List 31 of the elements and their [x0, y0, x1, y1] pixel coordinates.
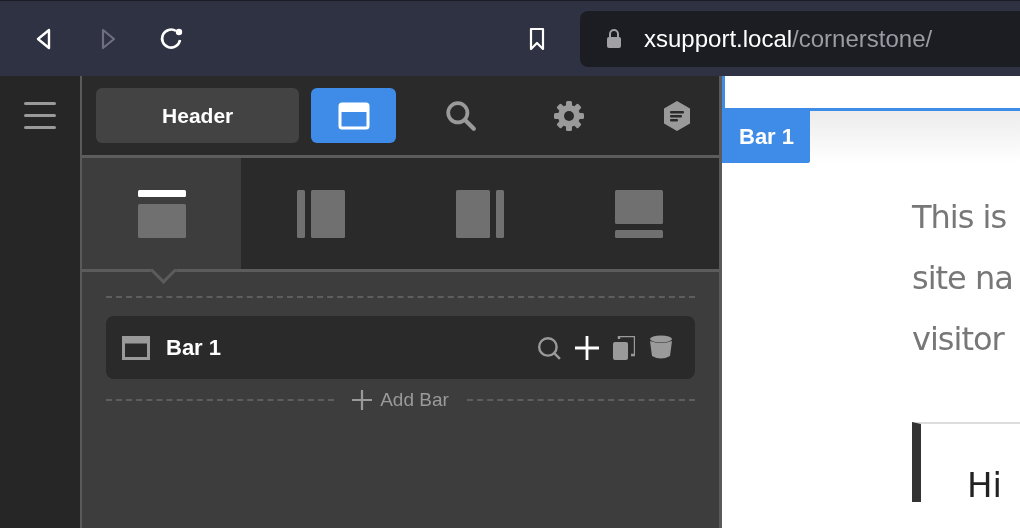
plus-icon: [352, 390, 373, 410]
search-icon[interactable]: [537, 335, 561, 360]
body-text-line: site na: [912, 258, 1014, 299]
header-title-button[interactable]: Header: [96, 88, 300, 143]
body-text-line: This is: [912, 197, 1008, 238]
menu-icon: [24, 102, 56, 129]
window-icon: [337, 101, 370, 130]
bookmark-button[interactable]: [528, 26, 546, 51]
url-text: xsupport.local/cornerstone/: [644, 24, 933, 53]
copy-icon[interactable]: [613, 335, 635, 360]
add-bar-button[interactable]: Add Bar: [344, 389, 457, 411]
bar-layout-icon: [122, 335, 150, 360]
layout-tool-button[interactable]: [311, 88, 396, 143]
reload-button[interactable]: [158, 25, 184, 52]
reload-icon: [158, 25, 184, 52]
body-text-line: visitor: [912, 319, 1006, 360]
bar-name: Bar 1: [166, 334, 223, 361]
trash-icon[interactable]: [649, 335, 673, 360]
settings-icon: [553, 99, 585, 132]
top-layout-icon: [137, 189, 186, 238]
right-layout-icon: [456, 189, 505, 238]
menu-button[interactable]: [24, 102, 56, 129]
plus-icon[interactable]: [575, 335, 599, 360]
left-layout-icon: [296, 189, 345, 238]
lock-icon: [606, 28, 622, 49]
bar-row[interactable]: Bar 1: [106, 316, 695, 379]
bookmark-icon: [528, 26, 546, 51]
address-bar[interactable]: xsupport.local/cornerstone/: [580, 10, 1020, 67]
search-icon: [445, 99, 478, 132]
card-heading: Hi: [967, 468, 1003, 502]
bottom-layout-icon: [615, 189, 664, 238]
